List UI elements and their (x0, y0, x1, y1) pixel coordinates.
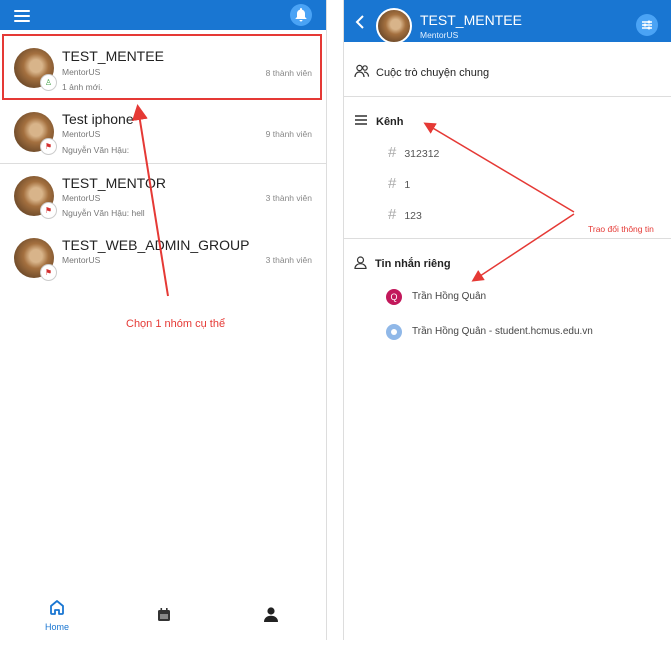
member-count: 3 thành viên (265, 193, 312, 203)
group-avatar: ⚑ (14, 112, 57, 155)
member-count: 3 thành viên (265, 255, 312, 265)
private-messages-label: Tin nhắn riêng (375, 258, 451, 270)
general-chat-label: Cuộc trò chuyện chung (376, 67, 490, 79)
group-badge-icon: ⚑ (40, 138, 57, 155)
group-org: MentorUS (62, 193, 101, 203)
group-detail-screen: TEST_MENTEE MentorUS Cuộc trò chuyện chu… (343, 0, 671, 640)
channel-name: 123 (404, 210, 422, 222)
calendar-icon[interactable] (157, 608, 171, 622)
private-messages-header: Tin nhắn riêng (354, 256, 451, 270)
group-title: TEST_MENTEE (420, 12, 522, 28)
nav-home[interactable]: Home (42, 598, 72, 632)
hash-icon: # (388, 144, 397, 161)
channels-header: Kênh (354, 114, 404, 128)
list-icon (355, 115, 367, 125)
group-name: TEST_WEB_ADMIN_GROUP (62, 237, 250, 253)
group-org: MentorUS (62, 129, 101, 139)
person-icon (354, 256, 367, 270)
bottom-navigation: Home (0, 596, 326, 640)
channel-name: 1 (404, 179, 411, 191)
member-count: 9 thành viên (265, 129, 312, 139)
group-avatar: ⚑ (14, 176, 57, 219)
profile-icon[interactable] (263, 606, 279, 622)
group-header: TEST_MENTEE MentorUS (344, 0, 671, 44)
settings-icon[interactable] (636, 14, 658, 36)
top-app-bar (0, 0, 326, 30)
group-avatar (376, 8, 412, 44)
group-name: TEST_MENTOR (62, 175, 166, 191)
group-item-test-web-admin-group[interactable]: ⚑ TEST_WEB_ADMIN_GROUP MentorUS 3 thành … (0, 228, 326, 290)
notification-bell-icon[interactable] (290, 4, 312, 26)
annotation-text: Chọn 1 nhóm cụ thể (126, 318, 226, 330)
divider (0, 163, 326, 164)
hash-icon: # (388, 175, 397, 192)
dm-name: Trần Hồng Quân - student.hcmus.edu.vn (412, 326, 593, 337)
selection-highlight (2, 34, 322, 100)
group-name: Test iphone (62, 111, 134, 127)
channels-header-label: Kênh (376, 116, 404, 128)
home-icon (50, 600, 64, 615)
channel-name: 312312 (404, 148, 440, 160)
back-icon[interactable] (354, 15, 366, 29)
group-last-message: Nguyễn Văn Hậu: hell (62, 208, 145, 218)
channel-item[interactable]: #123 (388, 206, 422, 223)
group-chat-icon (354, 64, 370, 78)
group-org: MentorUS (62, 255, 101, 265)
hash-icon: # (388, 206, 397, 223)
menu-icon[interactable] (14, 10, 30, 22)
nav-home-label: Home (44, 622, 69, 632)
group-badge-icon: ⚑ (40, 202, 57, 219)
group-item-test-iphone[interactable]: ⚑ Test iphone MentorUS Nguyễn Văn Hậu: 9… (0, 102, 326, 164)
group-badge-icon: ⚑ (40, 264, 57, 281)
channel-item[interactable]: #1 (388, 175, 410, 192)
channel-item[interactable]: #312312 (388, 144, 439, 161)
annotation-text: Trao đổi thông tin (588, 224, 654, 234)
dm-avatar (386, 324, 402, 340)
dm-name: Trần Hồng Quân (412, 291, 487, 302)
group-list-screen: ♙ TEST_MENTEE MentorUS 1 ảnh mới. 8 thàn… (0, 0, 327, 640)
divider (344, 238, 671, 239)
group-avatar: ⚑ (14, 238, 57, 281)
group-item-test-mentor[interactable]: ⚑ TEST_MENTOR MentorUS Nguyễn Văn Hậu: h… (0, 166, 326, 228)
group-subtitle: MentorUS (420, 30, 459, 40)
dm-avatar: Q (386, 289, 402, 305)
divider (344, 96, 671, 97)
general-chat-item[interactable]: Cuộc trò chuyện chung (354, 64, 489, 79)
group-last-message: Nguyễn Văn Hậu: (62, 145, 130, 155)
